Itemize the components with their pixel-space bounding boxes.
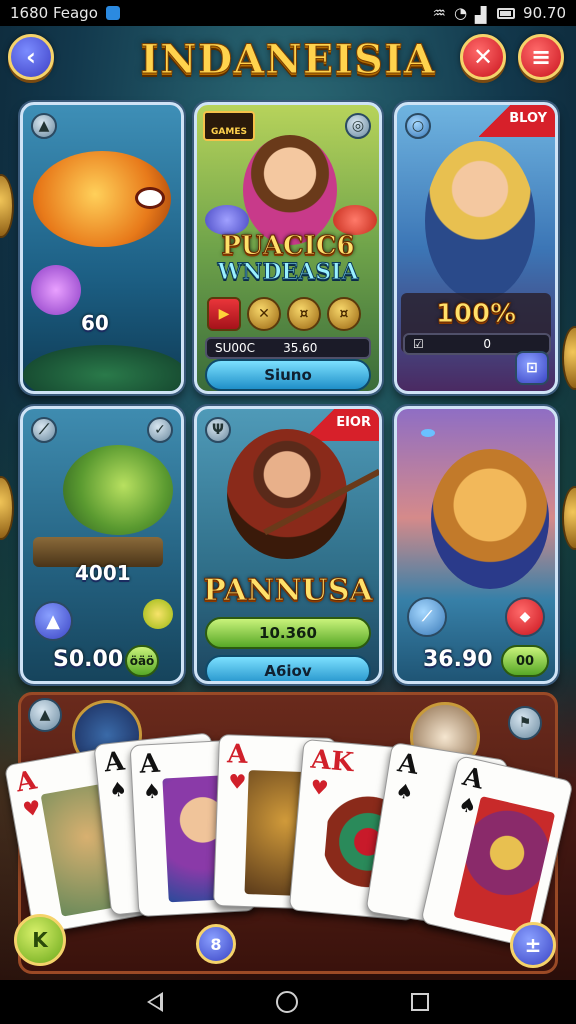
coin-icon: ¤ xyxy=(327,297,361,331)
win-percent: 100% xyxy=(435,299,517,330)
card-title: PANNUSA xyxy=(203,573,374,609)
signal-icon: ▟ xyxy=(475,6,487,24)
catfish-balance: S0.00 xyxy=(53,647,124,672)
card-ribbon: BLOY xyxy=(479,105,555,137)
coin-icon: ✕ xyxy=(247,297,281,331)
lock-icon: 8 xyxy=(210,934,222,954)
card-rank: A xyxy=(102,746,127,779)
settings-icon[interactable]: ◎ xyxy=(345,113,371,139)
creature-balance: 36.90 xyxy=(423,647,493,672)
coin-stack-icon xyxy=(143,599,173,629)
feather-icon: ⟋ xyxy=(31,417,57,443)
lock-button[interactable]: 8 xyxy=(196,924,236,964)
card-rank: A xyxy=(226,739,249,770)
games-tag: GAMES xyxy=(203,111,255,141)
close-icon: ✕ xyxy=(472,43,494,71)
water-drop-icon: ○ xyxy=(405,113,431,139)
action-button[interactable]: A6iov xyxy=(205,655,371,681)
reel-row: ▶ ✕ ¤ ¤ xyxy=(207,297,361,331)
bet-bar-label: SU00C xyxy=(215,341,256,355)
nav-home-icon[interactable] xyxy=(275,991,298,1013)
game-card-princess[interactable]: GAMES ◎ PUACIC6 WNDEASIA ▶ ✕ ¤ ¤ SU00C 3… xyxy=(194,102,382,394)
bet-bar: SU00C 35.60 xyxy=(205,337,371,359)
game-card-warrior[interactable]: EIOR Ψ PANNUSA 10.360 A6iov xyxy=(194,406,382,684)
card-rank: A xyxy=(459,761,487,796)
game-screen: ‹ INDANEISIA ✕ ≡ ▲ 60 GAMES ◎ PUACIC6 WN… xyxy=(0,26,576,980)
add-button[interactable]: ± xyxy=(510,922,556,968)
spade-icon: ♠ xyxy=(142,778,162,804)
bag-icon[interactable]: ⊡ xyxy=(515,351,549,385)
triangle-icon[interactable]: ▲ xyxy=(33,601,73,641)
game-card-creature[interactable]: ⟋ ◆ 36.90 00 xyxy=(394,406,558,684)
side-coin-decoration xyxy=(562,486,576,550)
game-card-catfish[interactable]: ⟋ ✓ 4001 ▲ S0.00 öäö xyxy=(20,406,184,684)
plus-icon: ± xyxy=(524,933,542,957)
game-card-fish[interactable]: ▲ 60 xyxy=(20,102,184,394)
card-rank: A xyxy=(395,748,421,781)
catfish-value: 4001 xyxy=(75,561,131,585)
side-coin-decoration xyxy=(0,174,14,238)
battery-level: 90.70 xyxy=(523,4,566,22)
flag-icon[interactable]: ⚑ xyxy=(508,706,542,740)
creature-badge[interactable]: 00 xyxy=(501,645,549,677)
creature-illustration xyxy=(431,449,549,589)
fish-mouth xyxy=(135,187,165,209)
spin-button[interactable]: Siuno xyxy=(205,359,371,391)
close-button[interactable]: ✕ xyxy=(460,34,506,80)
system-nav-bar xyxy=(0,980,576,1024)
catfish-badge[interactable]: öäö xyxy=(125,645,159,677)
battery-icon xyxy=(497,7,516,19)
k-icon: K xyxy=(32,928,48,952)
seaweed-decoration xyxy=(23,345,181,391)
wifi-icon: ◔ xyxy=(453,4,468,22)
boat-icon: ▲ xyxy=(28,698,62,732)
play-icon: ▶ xyxy=(207,297,241,331)
side-coin-decoration xyxy=(562,326,576,390)
game-title: INDANEISIA xyxy=(140,36,436,84)
card-rank: AK xyxy=(309,744,355,779)
nav-recents-icon[interactable] xyxy=(411,993,430,1011)
status-bar: 1680 Feago ♒ ◔ ▟ 90.70 xyxy=(0,0,576,26)
boat-icon: ▲ xyxy=(31,113,57,139)
side-coin-decoration xyxy=(0,476,14,540)
sparkle-icon xyxy=(421,429,435,437)
bet-bar-value: 35.60 xyxy=(283,341,318,355)
flower-icon xyxy=(31,265,81,315)
feather-icon[interactable]: ⟋ xyxy=(407,597,447,637)
heart-icon: ♥ xyxy=(20,794,43,822)
card-rank: A xyxy=(13,765,39,799)
gem-icon[interactable]: ◆ xyxy=(505,597,545,637)
catfish-illustration xyxy=(63,445,173,535)
amount-pill: 10.360 xyxy=(205,617,371,649)
spade-icon: ♠ xyxy=(393,778,416,805)
fish-value: 60 xyxy=(81,311,109,335)
app-notification-icon xyxy=(105,6,120,20)
back-button[interactable]: ‹ xyxy=(8,34,54,80)
spade-icon: ♠ xyxy=(456,791,480,819)
status-time: 1680 Feago xyxy=(10,4,98,22)
game-card-mermaid[interactable]: BLOY ○ 100% ☑ 0 ⊡ xyxy=(394,102,558,394)
spade-icon: ♠ xyxy=(107,776,129,803)
card-title-line1: PUACIC6 xyxy=(221,231,355,262)
bonus-button[interactable]: K xyxy=(14,914,66,966)
checkmark-icon[interactable]: ✓ xyxy=(147,417,173,443)
card-title-line2: WNDEASIA xyxy=(217,259,359,286)
heart-icon: ♥ xyxy=(227,769,247,794)
nav-back-icon[interactable] xyxy=(146,992,163,1012)
chevron-left-icon: ‹ xyxy=(26,43,36,71)
menu-button[interactable]: ≡ xyxy=(518,34,564,80)
mermaid-illustration xyxy=(425,141,535,301)
coin-icon: ¤ xyxy=(287,297,321,331)
checkbox-icon[interactable]: ☑ xyxy=(413,337,424,351)
progress-value: 0 xyxy=(483,337,491,351)
menu-icon: ≡ xyxy=(530,43,552,71)
heart-icon: ♥ xyxy=(309,774,330,801)
trident-icon: Ψ xyxy=(205,417,231,443)
vibrate-icon: ♒ xyxy=(432,4,446,22)
card-rank: A xyxy=(138,748,161,780)
princess-illustration xyxy=(243,135,337,245)
